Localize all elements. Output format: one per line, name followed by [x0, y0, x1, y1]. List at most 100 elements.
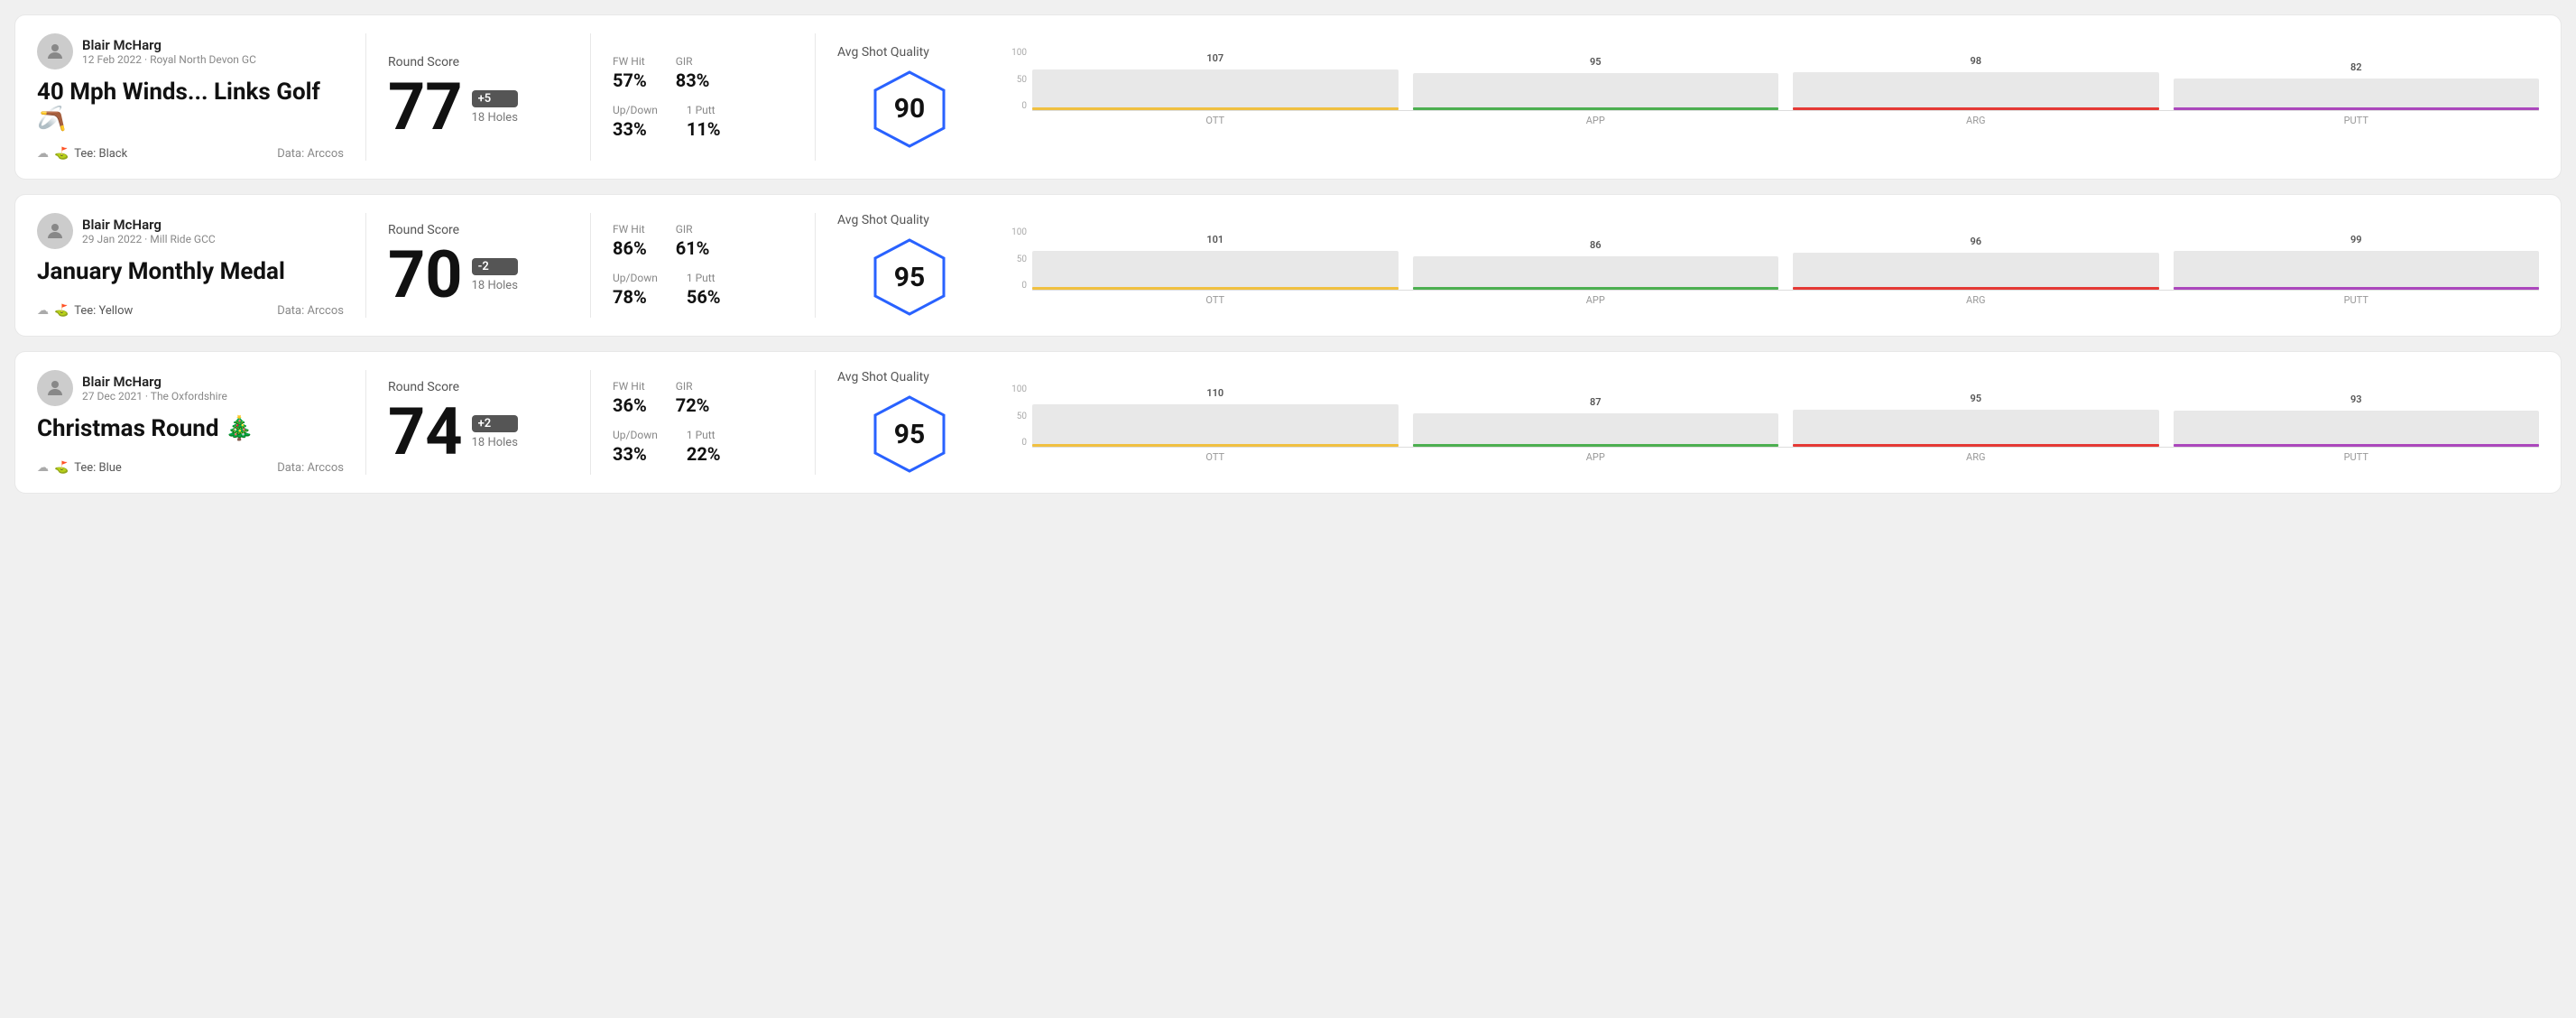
stat-updown: Up/Down 33% — [613, 429, 658, 465]
avatar — [37, 213, 73, 249]
stat-fw-hit-label: FW Hit — [613, 380, 647, 393]
stat-updown-label: Up/Down — [613, 104, 658, 116]
hexagon-container: 90 — [869, 69, 950, 150]
holes-label: 18 Holes — [472, 436, 518, 449]
score-badge: +5 — [472, 90, 518, 107]
data-source: Data: Arccos — [277, 304, 344, 318]
weather-icon: ☁ — [37, 461, 49, 475]
divider — [365, 370, 366, 475]
stat-updown-value: 78% — [613, 286, 658, 308]
user-details: Blair McHarg 12 Feb 2022 · Royal North D… — [82, 37, 256, 66]
user-details: Blair McHarg 27 Dec 2021 · The Oxfordshi… — [82, 374, 227, 403]
quality-score: 95 — [894, 262, 925, 293]
stat-gir-label: GIR — [676, 380, 710, 393]
score-label: Round Score — [388, 380, 568, 394]
holes-label: 18 Holes — [472, 279, 518, 292]
stat-gir: GIR 83% — [676, 55, 710, 91]
quality-score: 90 — [894, 93, 925, 125]
stat-updown-value: 33% — [613, 118, 658, 140]
tee-label: Tee: Blue — [74, 461, 122, 475]
stats-row-bottom: Up/Down 33% 1 Putt 11% — [613, 104, 793, 140]
user-name: Blair McHarg — [82, 37, 256, 53]
divider — [365, 33, 366, 161]
data-source: Data: Arccos — [277, 461, 344, 475]
hexagon-container: 95 — [869, 236, 950, 318]
user-date: 27 Dec 2021 · The Oxfordshire — [82, 390, 227, 403]
bag-icon: ⛳ — [54, 304, 69, 318]
score-section: Round Score 70 -2 18 Holes — [388, 213, 568, 318]
round-title: 40 Mph Winds... Links Golf 🪃 — [37, 79, 344, 133]
stat-updown: Up/Down 78% — [613, 272, 658, 308]
round-card: Blair McHarg 29 Jan 2022 · Mill Ride GCC… — [14, 194, 2562, 337]
avatar — [37, 370, 73, 406]
stats-row-bottom: Up/Down 33% 1 Putt 22% — [613, 429, 793, 465]
tee-info: ☁ ⛳ Tee: Blue — [37, 461, 122, 475]
stat-oneputt: 1 Putt 22% — [687, 429, 721, 465]
stats-section: FW Hit 36% GIR 72% Up/Down 33% 1 Putt — [613, 370, 793, 475]
score-badge: +2 — [472, 415, 518, 432]
score-details: +5 18 Holes — [472, 90, 518, 125]
tee-label: Tee: Yellow — [74, 304, 133, 318]
stat-gir-value: 83% — [676, 69, 710, 91]
quality-section: Avg Shot Quality 95 — [837, 213, 982, 318]
stats-row-top: FW Hit 36% GIR 72% — [613, 380, 793, 416]
chart-section: 100 50 0 107 95 98 — [982, 33, 2539, 161]
stat-oneputt: 1 Putt 11% — [687, 104, 721, 140]
stat-fw-hit-label: FW Hit — [613, 223, 647, 236]
score-section: Round Score 77 +5 18 Holes — [388, 33, 568, 161]
score-section: Round Score 74 +2 18 Holes — [388, 370, 568, 475]
score-number: 74 — [388, 400, 463, 465]
quality-section: Avg Shot Quality 95 — [837, 370, 982, 475]
stat-oneputt-label: 1 Putt — [687, 429, 721, 441]
chart-section: 100 50 0 110 87 95 — [982, 370, 2539, 475]
score-details: +2 18 Holes — [472, 415, 518, 449]
stat-oneputt-label: 1 Putt — [687, 272, 721, 284]
user-icon — [44, 377, 66, 399]
quality-label: Avg Shot Quality — [837, 213, 929, 227]
round-title: Christmas Round 🎄 — [37, 415, 344, 442]
user-name: Blair McHarg — [82, 374, 227, 390]
divider — [815, 33, 816, 161]
stat-updown-label: Up/Down — [613, 272, 658, 284]
score-number: 70 — [388, 243, 463, 308]
round-title: January Monthly Medal — [37, 258, 344, 285]
stat-updown-label: Up/Down — [613, 429, 658, 441]
user-info: Blair McHarg 27 Dec 2021 · The Oxfordshi… — [37, 370, 344, 406]
divider — [815, 213, 816, 318]
divider — [365, 213, 366, 318]
stat-fw-hit-value: 36% — [613, 394, 647, 416]
tee-label: Tee: Black — [74, 147, 127, 161]
stat-gir-label: GIR — [676, 223, 710, 236]
score-label: Round Score — [388, 223, 568, 237]
divider — [590, 33, 591, 161]
tee-info: ☁ ⛳ Tee: Black — [37, 147, 127, 161]
divider — [590, 213, 591, 318]
bag-icon: ⛳ — [54, 461, 69, 475]
chart-section: 100 50 0 101 86 96 — [982, 213, 2539, 318]
card-left-section: Blair McHarg 29 Jan 2022 · Mill Ride GCC… — [37, 213, 344, 318]
stat-fw-hit: FW Hit 36% — [613, 380, 647, 416]
avatar — [37, 33, 73, 69]
footer-info: ☁ ⛳ Tee: Blue Data: Arccos — [37, 461, 344, 475]
user-info: Blair McHarg 29 Jan 2022 · Mill Ride GCC — [37, 213, 344, 249]
footer-info: ☁ ⛳ Tee: Black Data: Arccos — [37, 147, 344, 161]
hexagon-container: 95 — [869, 393, 950, 475]
bag-icon: ⛳ — [54, 147, 69, 161]
round-card: Blair McHarg 12 Feb 2022 · Royal North D… — [14, 14, 2562, 180]
stat-fw-hit-value: 57% — [613, 69, 647, 91]
footer-info: ☁ ⛳ Tee: Yellow Data: Arccos — [37, 304, 344, 318]
stats-section: FW Hit 57% GIR 83% Up/Down 33% 1 Putt — [613, 33, 793, 161]
user-date: 12 Feb 2022 · Royal North Devon GC — [82, 53, 256, 66]
stat-updown-value: 33% — [613, 443, 658, 465]
user-name: Blair McHarg — [82, 217, 216, 233]
user-icon — [44, 220, 66, 242]
stat-gir: GIR 72% — [676, 380, 710, 416]
weather-icon: ☁ — [37, 304, 49, 318]
score-row: 70 -2 18 Holes — [388, 243, 568, 308]
divider — [815, 370, 816, 475]
stats-row-top: FW Hit 57% GIR 83% — [613, 55, 793, 91]
quality-label: Avg Shot Quality — [837, 370, 929, 384]
card-left-section: Blair McHarg 27 Dec 2021 · The Oxfordshi… — [37, 370, 344, 475]
card-left-section: Blair McHarg 12 Feb 2022 · Royal North D… — [37, 33, 344, 161]
stat-oneputt-value: 56% — [687, 286, 721, 308]
